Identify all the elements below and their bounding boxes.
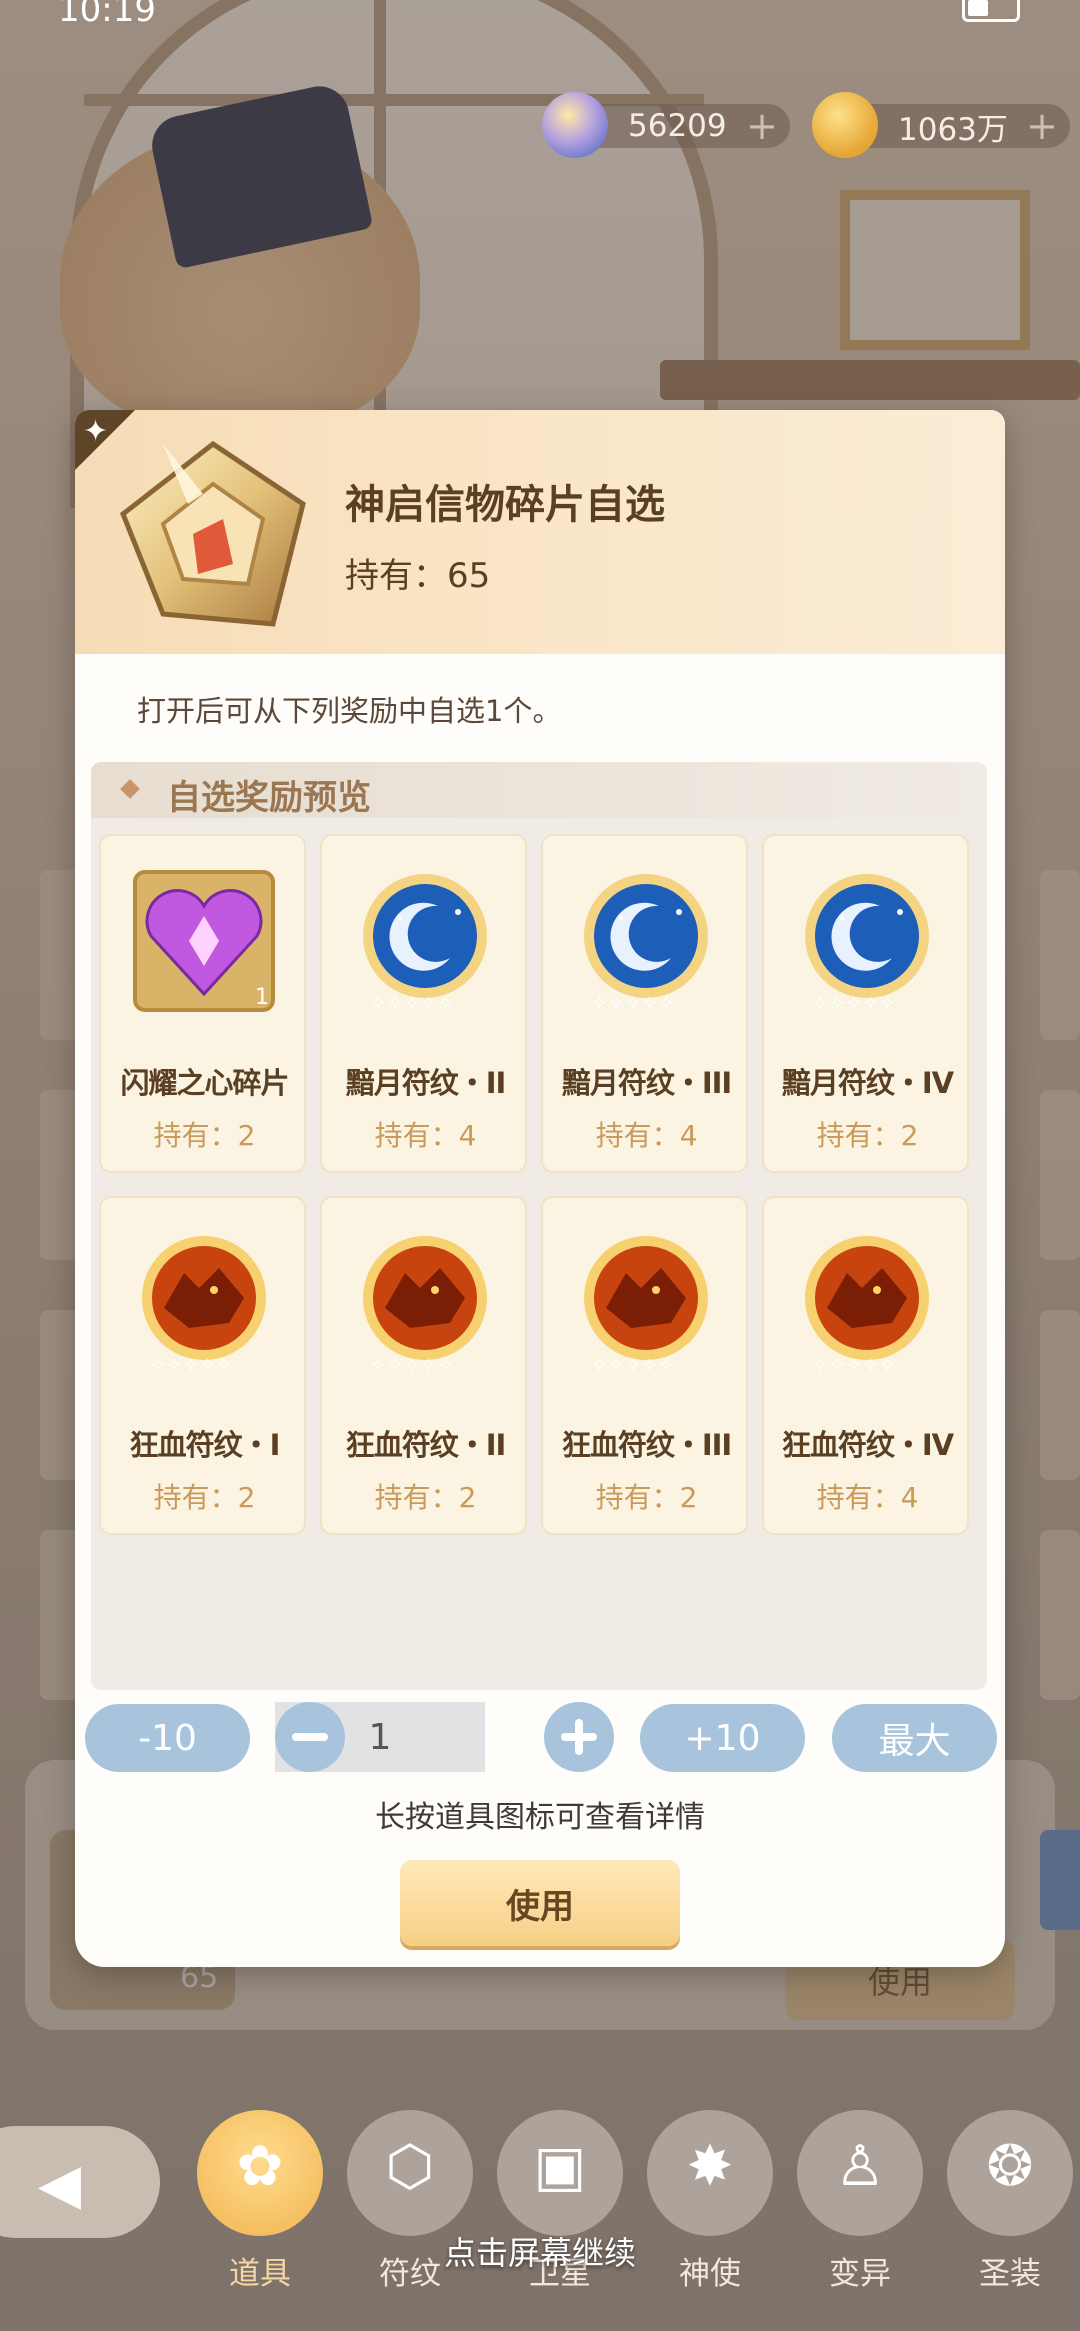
nav-cards[interactable]: ▣ 卫星 — [497, 2110, 623, 2310]
item-holding-count: 持有：65 — [345, 556, 491, 596]
reward-card-blood-rune-3[interactable]: ✧✧✧✧✧ 狂血符纹・III 持有：2 — [541, 1196, 748, 1535]
plus-ten-button[interactable]: +10 — [640, 1704, 805, 1772]
svg-text:✧✧✧✧✧: ✧✧✧✧✧ — [149, 1353, 233, 1377]
svg-text:✧✧✧✧✧: ✧✧✧✧✧ — [812, 991, 896, 1015]
reward-name: 黯月符纹・IV — [781, 1066, 954, 1100]
battery-icon — [962, 0, 1020, 22]
reward-holding: 持有：2 — [153, 1119, 256, 1152]
currency-coin: 1063万 + — [812, 92, 1070, 158]
minus-icon — [292, 1733, 328, 1741]
reward-section-header: 自选奖励预览 — [91, 762, 987, 818]
reward-card-blood-rune-1[interactable]: ✧✧✧✧✧ 狂血符纹・I 持有：2 — [99, 1196, 306, 1535]
cards-icon: ▣ — [533, 2134, 587, 2199]
wolf-rune-icon: ✧✧✧✧✧ — [584, 1236, 708, 1377]
reward-holding: 持有：4 — [816, 1481, 919, 1514]
reward-card-moon-rune-4[interactable]: ✧✧✧✧✧ 黯月符纹・IV 持有：2 — [762, 834, 969, 1173]
reward-card-moon-rune-2[interactable]: ✧✧✧✧✧ 黯月符纹・II 持有：4 — [320, 834, 527, 1173]
max-button[interactable]: 最大 — [832, 1704, 997, 1772]
figure-icon: ♙ — [834, 2134, 886, 2199]
nav-holy-gear[interactable]: ❂ 圣装 — [947, 2110, 1073, 2310]
item-bag-icon: ✿ — [236, 2134, 284, 2199]
dialog-description: 打开后可从下列奖励中自选1个。 — [137, 694, 562, 728]
reward-holding: 持有：2 — [374, 1481, 477, 1514]
item-name: 神启信物碎片自选 — [345, 482, 665, 528]
reward-section-title: 自选奖励预览 — [167, 778, 371, 818]
paw-coin-icon — [812, 92, 878, 158]
rune-icon: ⬡ — [385, 2134, 435, 2199]
moon-rune-icon: ✧✧✧✧✧ — [584, 874, 708, 1015]
reward-holding: 持有：2 — [595, 1481, 698, 1514]
nav-runes[interactable]: ⬡ 符纹 — [347, 2110, 473, 2310]
nav-envoy[interactable]: ✸ 神使 — [647, 2110, 773, 2310]
wolf-rune-icon: ✧✧✧✧✧ — [363, 1236, 487, 1377]
svg-text:✧✧✧✧✧: ✧✧✧✧✧ — [812, 1353, 896, 1377]
back-arrow-icon: ◀ — [38, 2152, 82, 2217]
add-coin-button[interactable]: + — [1026, 104, 1058, 148]
reward-holding: 持有：4 — [595, 1119, 698, 1152]
coin-amount: 1063万 — [898, 111, 1008, 148]
reward-name: 狂血符纹・III — [561, 1428, 732, 1462]
wolf-rune-icon: ✧✧✧✧✧ — [142, 1236, 266, 1377]
reward-holding: 持有：2 — [816, 1119, 919, 1152]
use-button[interactable]: 使用 — [400, 1860, 680, 1946]
currency-gem: 56209 + — [542, 92, 790, 158]
nav-items[interactable]: ✿ 道具 — [197, 2110, 323, 2310]
divine-token-fragment-icon — [119, 440, 306, 627]
rainbow-gem-icon — [542, 92, 608, 158]
reward-name: 闪耀之心碎片 — [120, 1066, 289, 1100]
svg-text:✧✧✧✧✧: ✧✧✧✧✧ — [591, 991, 675, 1015]
reward-name: 狂血符纹・IV — [781, 1428, 954, 1462]
reward-name: 黯月符纹・II — [345, 1066, 507, 1100]
wolf-rune-icon: ✧✧✧✧✧ — [805, 1236, 929, 1377]
long-press-hint: 长按道具图标可查看详情 — [375, 1800, 705, 1835]
emblem-icon: ✸ — [686, 2134, 734, 2199]
tap-to-continue-hint[interactable]: 点击屏幕继续 — [0, 2228, 1080, 2274]
reward-card-heart-shard[interactable]: 1 闪耀之心碎片 持有：2 — [99, 834, 306, 1173]
moon-rune-icon: ✧✧✧✧✧ — [805, 874, 929, 1015]
reward-card-moon-rune-3[interactable]: ✧✧✧✧✧ 黯月符纹・III 持有：4 — [541, 834, 748, 1173]
reward-preview-section: 自选奖励预览 1 闪耀之心碎片 持有：2 ✧✧✧✧✧ 黯月符纹・II 持有：4 — [91, 762, 987, 1690]
svg-text:✧✧✧✧✧: ✧✧✧✧✧ — [370, 1353, 454, 1377]
item-select-dialog: ✦ 神启信物碎片自选 持有：65 打开后可从下列奖励中自选1个。 自选奖励预览 — [75, 410, 1005, 1967]
add-gem-button[interactable]: + — [746, 104, 778, 148]
equipment-icon: ❂ — [986, 2134, 1034, 2199]
svg-text:✧✧✧✧✧: ✧✧✧✧✧ — [370, 991, 454, 1015]
reward-card-blood-rune-2[interactable]: ✧✧✧✧✧ 狂血符纹・II 持有：2 — [320, 1196, 527, 1535]
heart-crystal-shard-icon: 1 — [133, 870, 275, 1012]
gem-amount: 56209 — [628, 108, 727, 144]
reward-holding: 持有：2 — [153, 1481, 256, 1514]
status-time: 10:19 — [58, 0, 156, 30]
plus-icon — [575, 1719, 583, 1755]
minus-ten-button[interactable]: -10 — [85, 1704, 250, 1772]
svg-text:✧✧✧✧✧: ✧✧✧✧✧ — [591, 1353, 675, 1377]
reward-name: 狂血符纹・I — [129, 1428, 281, 1462]
decrement-button[interactable] — [275, 1702, 345, 1772]
increment-button[interactable] — [544, 1702, 614, 1772]
reward-card-blood-rune-4[interactable]: ✧✧✧✧✧ 狂血符纹・IV 持有：4 — [762, 1196, 969, 1535]
dialog-header: ✦ 神启信物碎片自选 持有：65 — [75, 410, 1005, 654]
moon-rune-icon: ✧✧✧✧✧ — [363, 874, 487, 1015]
reward-name: 狂血符纹・II — [345, 1428, 507, 1462]
reward-count: 1 — [255, 985, 269, 1010]
diamond-bullet-icon — [120, 779, 140, 799]
reward-holding: 持有：4 — [374, 1119, 477, 1152]
reward-name: 黯月符纹・III — [561, 1066, 732, 1100]
nav-mutation[interactable]: ♙ 变异 — [797, 2110, 923, 2310]
back-button[interactable]: ◀ — [0, 2126, 160, 2238]
